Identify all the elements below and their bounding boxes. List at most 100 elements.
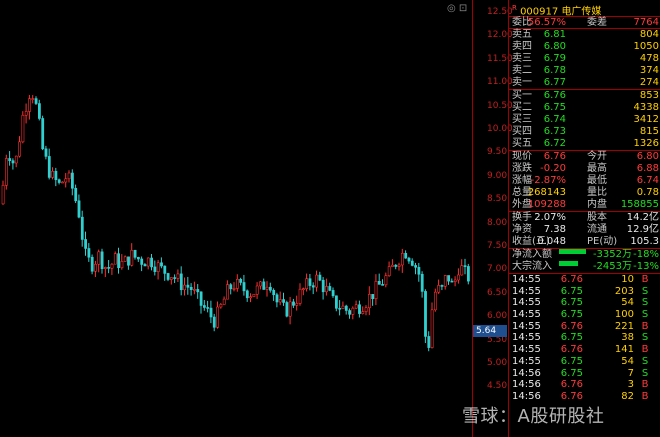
quote-label: 今开: [587, 151, 607, 162]
candle-body: [113, 253, 117, 265]
tick-list[interactable]: 14:55 6.76 10 B 14:55 6.75 203 S 14:55 6.75 54 S 14:…: [509, 273, 660, 403]
candle-body: [361, 311, 365, 314]
tick-row[interactable]: 14:55 6.75 54 S: [509, 297, 660, 309]
candle-body: [424, 291, 427, 337]
candle-body: [209, 307, 213, 318]
current-price-marker: 5.64: [473, 325, 507, 337]
tick-row[interactable]: 14:55 6.76 141 B: [509, 344, 660, 356]
stock-header: R 000917 电广传媒: [509, 0, 660, 17]
bid-row[interactable]: 买二 6.75 4338: [509, 102, 660, 114]
bid-levels: 买一 6.76 853 买二 6.75 4338 买三 6.74 3412 买四 6.73 815 买五…: [509, 89, 660, 150]
candle-body: [41, 118, 45, 150]
bid-price: 6.72: [543, 138, 566, 149]
bid-label: 买五: [512, 138, 532, 149]
ask-row[interactable]: 卖五 6.81 804: [509, 29, 660, 41]
wc-value: 7764: [633, 17, 659, 28]
candle-body: [156, 262, 160, 272]
ask-row[interactable]: 卖四 6.80 1050: [509, 41, 660, 53]
bid-row[interactable]: 买三 6.74 3412: [509, 114, 660, 126]
candle-body: [140, 258, 144, 265]
bid-row[interactable]: 买一 6.76 853: [509, 90, 660, 102]
candle-body: [407, 257, 411, 262]
candle-body: [179, 273, 183, 291]
ask-volume: 478: [639, 53, 659, 64]
axis-tick-label: 7.50: [487, 241, 508, 251]
candle-body: [14, 155, 18, 164]
candle-body: [354, 304, 358, 309]
fund-value: 12.9亿: [626, 224, 659, 235]
candle-body: [54, 170, 58, 181]
tick-price: 6.75: [560, 309, 583, 321]
candle-body: [170, 277, 173, 280]
fund-label: 流通: [587, 224, 607, 235]
tick-volume: 10: [621, 274, 634, 285]
quote-value: 6.76: [543, 151, 566, 162]
candle-body: [239, 278, 243, 283]
candle-body: [57, 179, 61, 183]
tick-side: B: [641, 379, 649, 391]
candle-body: [90, 256, 94, 272]
candle-body: [437, 285, 441, 293]
quote-value: 158855: [620, 199, 659, 210]
tick-side: S: [641, 285, 649, 297]
candle-body: [367, 294, 371, 309]
quote-label: 最高: [587, 163, 607, 174]
tick-row[interactable]: 14:55 6.76 221 B: [509, 321, 660, 333]
quote-label: 涨跌: [512, 163, 532, 174]
tick-row[interactable]: 14:55 6.75 38 S: [509, 332, 660, 344]
tick-side: B: [641, 390, 649, 402]
candle-body: [196, 289, 200, 293]
kline-chart[interactable]: 12.50 12.00 11.50 11.00 10.50 10.00 9.50 9.00 8.…: [0, 0, 513, 437]
tick-row[interactable]: 14:56 6.76 82 B: [509, 391, 660, 403]
chart-tool-icons[interactable]: ◎ ⊡: [447, 3, 467, 14]
candle-body: [199, 291, 203, 306]
candle-body: [74, 187, 78, 202]
tick-row[interactable]: 14:55 6.75 100 S: [509, 309, 660, 321]
fund-row: 收益(三) 0.048 PE(动) 105.3: [509, 236, 660, 248]
quote-value: 6.80: [636, 151, 659, 162]
tick-row[interactable]: 14:56 6.75 7 S: [509, 368, 660, 380]
quote-row: 总量 268143 量比 0.78: [509, 187, 660, 199]
candle-body: [120, 261, 124, 269]
bid-row[interactable]: 买四 6.73 815: [509, 126, 660, 138]
axis-tick-label: 8.50: [487, 194, 508, 205]
tick-row[interactable]: 14:55 6.75 54 S: [509, 356, 660, 368]
quote-value: 268143: [527, 187, 566, 198]
ask-row[interactable]: 卖一 6.77 274: [509, 77, 660, 89]
candle-body: [160, 262, 163, 267]
ask-label: 卖三: [512, 53, 532, 64]
candle-body: [292, 301, 295, 306]
bid-volume: 4338: [633, 102, 659, 113]
candle-body: [348, 310, 352, 315]
candle-body: [414, 265, 418, 268]
candle-body: [298, 288, 302, 304]
candle-body: [463, 265, 467, 267]
fund-row: 净资 7.38 流通 12.9亿: [509, 224, 660, 236]
candle-body: [143, 264, 147, 267]
candle-body: [249, 296, 253, 299]
tick-row[interactable]: 14:55 6.76 10 B: [509, 274, 660, 286]
candle-body: [420, 273, 424, 292]
ask-volume: 1050: [633, 41, 659, 52]
candle-body: [64, 178, 68, 183]
order-ratio-row: 委比 56.57% 委差 7764: [509, 16, 660, 28]
fundamentals: 换手 2.07% 股本 14.2亿 净资 7.38 流通 12.9亿 收益(三) 0.048 PE(…: [509, 211, 660, 248]
fund-value: 2.07%: [534, 212, 566, 223]
bid-row[interactable]: 买五 6.72 1326: [509, 138, 660, 150]
candle-body: [308, 278, 312, 286]
candle-body: [87, 248, 91, 258]
ask-row[interactable]: 卖二 6.78 374: [509, 65, 660, 77]
bid-volume: 1326: [633, 138, 659, 149]
fund-value: 14.2亿: [626, 212, 659, 223]
candle-body: [447, 275, 451, 282]
candle-body: [166, 273, 170, 280]
ask-label: 卖一: [512, 77, 532, 88]
candle-body: [28, 98, 31, 112]
tick-row[interactable]: 14:56 6.76 3 B: [509, 379, 660, 391]
candle-body: [259, 281, 262, 287]
candle-body: [457, 274, 460, 281]
tick-row[interactable]: 14:55 6.75 203 S: [509, 286, 660, 298]
kline-plot[interactable]: [0, 0, 472, 437]
flow-row: 净流入额 -3352万 -18%: [509, 249, 660, 261]
ask-row[interactable]: 卖三 6.79 478: [509, 53, 660, 65]
